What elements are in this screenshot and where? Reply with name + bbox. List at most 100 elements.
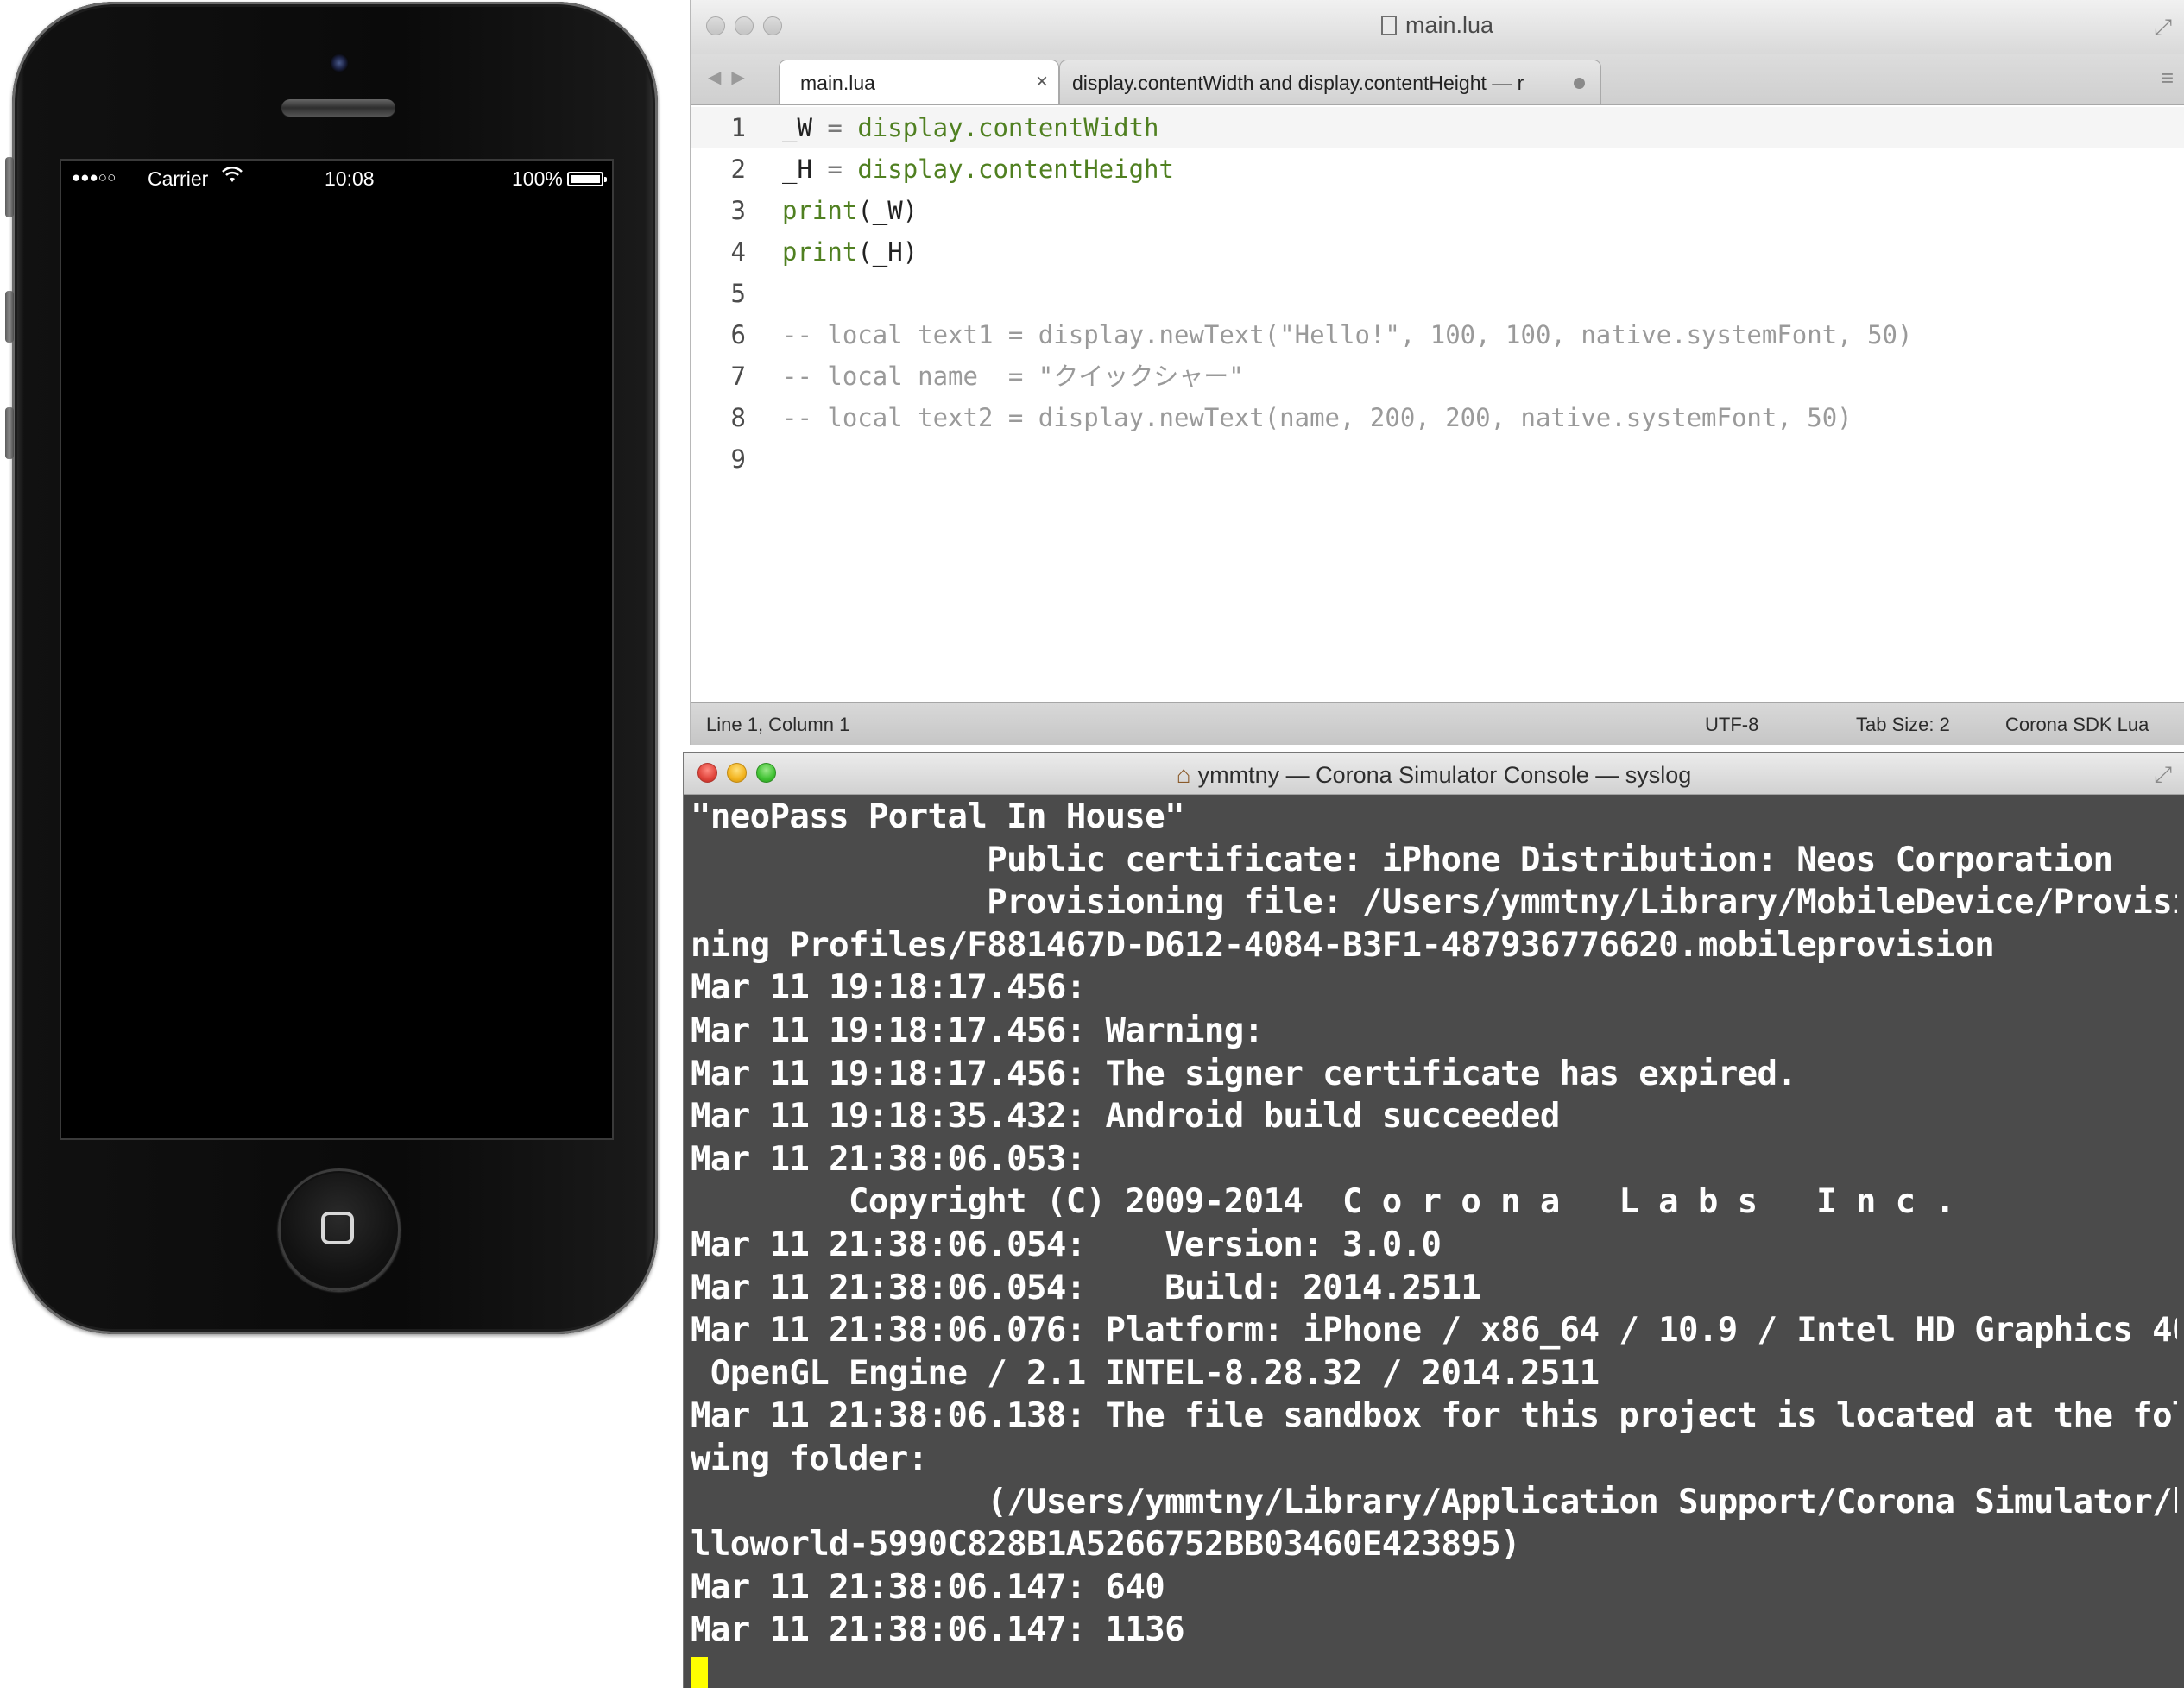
console-window: ⌂ ymmtny — Corona Simulator Console — sys… <box>684 753 2184 1688</box>
unsaved-dot-icon[interactable] <box>1574 78 1585 89</box>
console-line: "neoPass Portal In House" <box>691 797 1185 836</box>
code-token: display.contentWidth <box>857 113 1159 142</box>
console-line: Mar 11 21:38:06.147: 640 <box>691 1567 1165 1607</box>
console-line: OpenGL Engine / 2.1 INTEL-8.28.32 / 2014… <box>691 1353 1600 1393</box>
code-text: _W = display.contentWidth <box>782 107 1159 148</box>
ios-status-bar: ●●●○○ Carrier 10:08 100% <box>61 161 612 198</box>
line-number: 3 <box>730 196 746 225</box>
volume-up-button[interactable] <box>5 291 14 343</box>
tab-main-lua[interactable]: main.lua × <box>779 60 1059 104</box>
console-line: ning Profiles/F881467D-D612-4084-B3F1-48… <box>691 925 1995 965</box>
fullscreen-icon[interactable]: ⤢ <box>2154 14 2172 41</box>
code-token: (_W) <box>857 196 918 225</box>
status-time: 10:08 <box>325 167 375 190</box>
text-cursor <box>691 1657 708 1688</box>
console-line: Public certificate: iPhone Distribution:… <box>691 840 2113 879</box>
code-token: = <box>811 113 858 142</box>
line-number: 2 <box>730 154 746 184</box>
code-line[interactable]: 9 <box>691 438 2184 480</box>
line-number: 5 <box>730 279 746 308</box>
console-line: Mar 11 21:38:06.054: Build: 2014.2511 <box>691 1268 1481 1307</box>
home-folder-icon: ⌂ <box>1176 761 1191 788</box>
tab-label: display.contentWidth and display.content… <box>1072 72 1524 94</box>
simulator-screen[interactable]: ●●●○○ Carrier 10:08 100% <box>60 159 614 1140</box>
signal-strength-icon: ●●●○○ <box>72 169 117 186</box>
tab-label: main.lua <box>800 72 875 94</box>
line-number: 7 <box>730 362 746 391</box>
code-token: print <box>782 237 858 267</box>
code-text: print(_H) <box>782 231 918 273</box>
code-line[interactable]: 6 -- local text1 = display.newText("Hello… <box>691 314 2184 356</box>
console-line: wing folder: <box>691 1439 928 1478</box>
line-number: 6 <box>730 320 746 350</box>
console-line: Copyright (C) 2009-2014 C o r o n a L a … <box>691 1182 1955 1222</box>
editor-window: main.lua ⤢ ◀▶ main.lua × display.content… <box>691 0 2184 745</box>
code-token: -- local text1 = display.newText("Hello!… <box>782 320 1913 350</box>
code-line[interactable]: 1 _W = display.contentWidth <box>691 107 2184 148</box>
editor-status-bar: Line 1, Column 1 UTF-8 Tab Size: 2 Coron… <box>691 702 2184 745</box>
code-editor[interactable]: 1 _W = display.contentWidth 2 _H = display.… <box>691 105 2184 702</box>
editor-titlebar[interactable]: main.lua ⤢ <box>691 0 2184 54</box>
code-line[interactable]: 8 -- local text2 = display.newText(name, … <box>691 397 2184 438</box>
line-number: 8 <box>730 403 746 432</box>
console-line: Mar 11 21:38:06.054: Version: 3.0.0 <box>691 1225 1442 1264</box>
code-line[interactable]: 5 <box>691 273 2184 314</box>
code-text: -- local name = "クイックシャー" <box>782 356 1244 397</box>
cursor-position[interactable]: Line 1, Column 1 <box>706 714 849 736</box>
console-output[interactable]: "neoPass Portal In House" Public certifi… <box>691 796 2177 1688</box>
console-line: lloworld-5990C828B1A5266752BB03460E42389… <box>691 1525 1521 1565</box>
code-token: = <box>811 154 858 184</box>
code-token: (_H) <box>857 237 918 267</box>
editor-title-text: main.lua <box>1404 12 1494 38</box>
line-number: 9 <box>730 444 746 474</box>
tab-menu-icon[interactable]: ≡ <box>2161 65 2174 91</box>
code-line[interactable]: 2 _H = display.contentHeight <box>691 148 2184 190</box>
code-text: -- local text2 = display.newText(name, 2… <box>782 397 1853 438</box>
tab-close-icon[interactable]: × <box>1036 70 1048 94</box>
code-token: _H <box>782 154 812 184</box>
battery-icon <box>567 172 607 186</box>
editor-tab-bar: ◀▶ main.lua × display.contentWidth and d… <box>691 54 2184 105</box>
carrier-label: Carrier <box>148 167 209 190</box>
console-titlebar[interactable]: ⌂ ymmtny — Corona Simulator Console — sys… <box>684 753 2184 795</box>
console-line: Mar 11 19:18:35.432: Android build succe… <box>691 1097 1560 1137</box>
code-line[interactable]: 3 print(_W) <box>691 190 2184 231</box>
front-camera <box>330 54 349 72</box>
code-line[interactable]: 4 print(_H) <box>691 231 2184 273</box>
home-button[interactable] <box>278 1168 401 1291</box>
tab-navigation-arrows-icon[interactable]: ◀▶ <box>708 66 755 88</box>
code-text: _H = display.contentHeight <box>782 148 1174 190</box>
document-icon <box>1380 16 1397 35</box>
editor-title: main.lua <box>691 12 2184 39</box>
encoding-selector[interactable]: UTF-8 <box>1705 714 1758 736</box>
code-token: display.contentHeight <box>857 154 1174 184</box>
line-number: 1 <box>730 113 746 142</box>
earpiece-speaker <box>281 99 395 117</box>
code-text: print(_W) <box>782 190 918 231</box>
volume-down-button[interactable] <box>5 407 14 459</box>
console-line: Mar 11 21:38:06.076: Platform: iPhone / … <box>691 1311 2177 1351</box>
syntax-selector[interactable]: Corona SDK Lua <box>2005 714 2149 736</box>
tab-size-selector[interactable]: Tab Size: 2 <box>1856 714 1950 736</box>
console-line: Mar 11 19:18:17.456: The signer certific… <box>691 1054 1797 1093</box>
code-text: -- local text1 = display.newText("Hello!… <box>782 314 1912 356</box>
line-number: 4 <box>730 237 746 267</box>
code-token: -- local text2 = display.newText(name, 2… <box>782 403 1853 432</box>
code-line[interactable]: 7 -- local name = "クイックシャー" <box>691 356 2184 397</box>
console-line: Mar 11 21:38:06.138: The file sandbox fo… <box>691 1396 2177 1436</box>
code-token: -- local name = "クイックシャー" <box>782 362 1244 391</box>
tab-display-content-doc[interactable]: display.contentWidth and display.content… <box>1059 60 1601 104</box>
fullscreen-icon[interactable]: ⤢ <box>2154 761 2172 789</box>
wifi-icon <box>221 166 243 191</box>
code-token: _W <box>782 113 812 142</box>
console-title-text: ymmtny — Corona Simulator Console — sysl… <box>1197 762 1692 788</box>
console-line: Provisioning file: /Users/ymmtny/Library… <box>691 883 2177 923</box>
battery-percent: 100% <box>512 167 563 190</box>
console-line: Mar 11 19:18:17.456: Warning: <box>691 1011 1264 1050</box>
console-line: Mar 11 21:38:06.147: 1136 <box>691 1610 1185 1650</box>
console-title: ⌂ ymmtny — Corona Simulator Console — sys… <box>684 761 2184 789</box>
iphone-simulator: ●●●○○ Carrier 10:08 100% <box>5 2 658 1334</box>
mute-switch <box>5 157 14 217</box>
code-token: print <box>782 196 858 225</box>
console-line: (/Users/ymmtny/Library/Application Suppo… <box>691 1482 2177 1521</box>
